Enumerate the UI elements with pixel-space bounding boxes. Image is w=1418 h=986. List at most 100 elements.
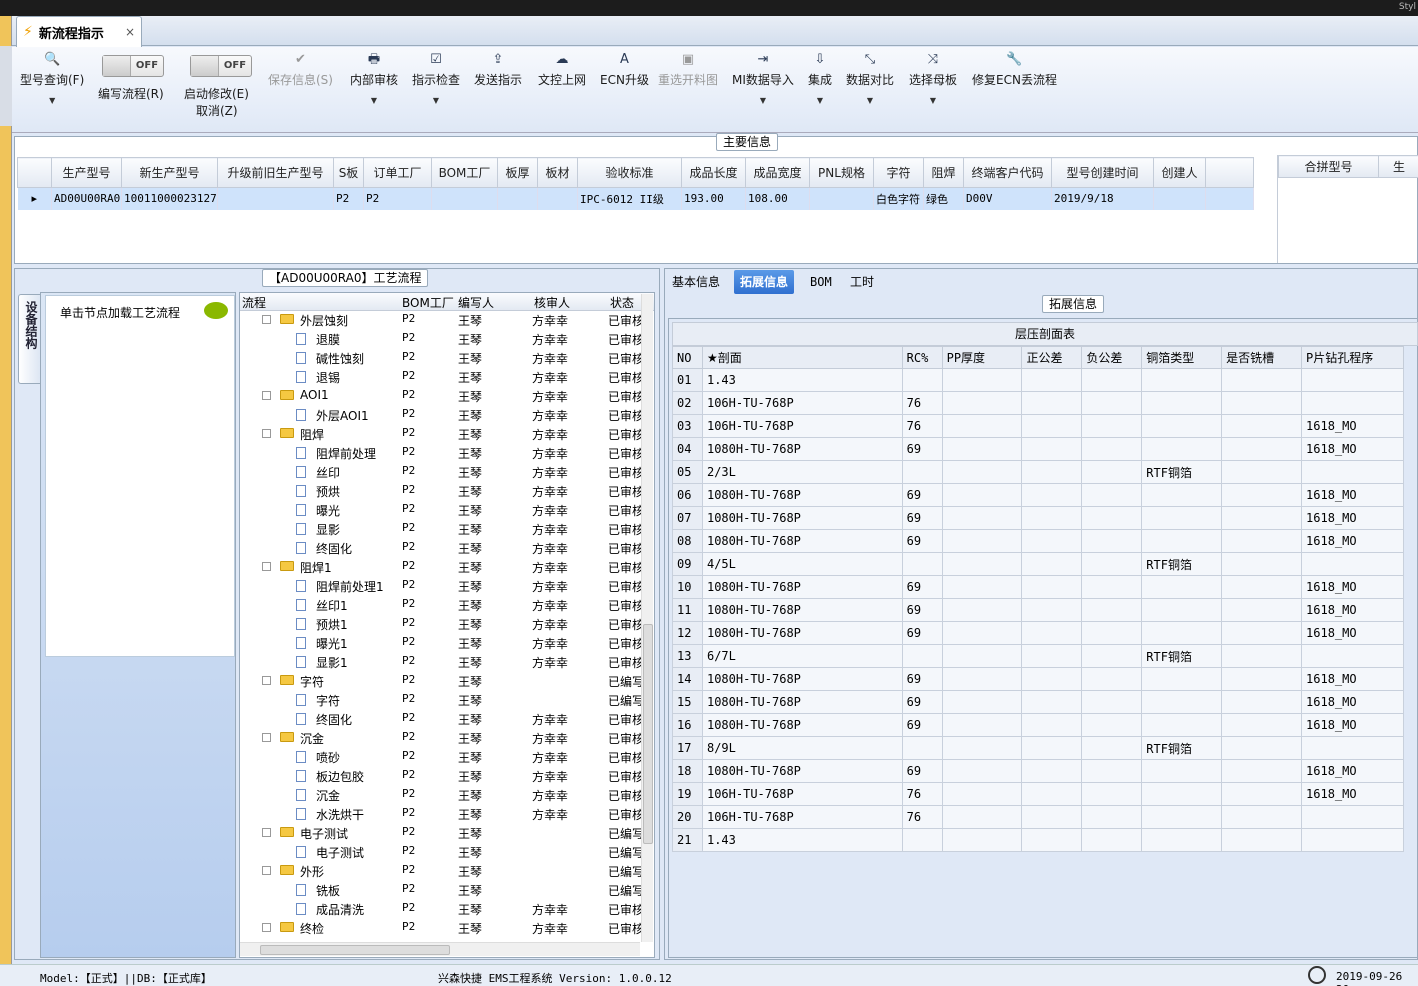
select-mother-board-button[interactable]: ⤨ 选择母板 ▼ <box>909 51 957 105</box>
lamination-col-header[interactable]: PP厚度 <box>941 346 1023 369</box>
lamination-cell[interactable]: 1618_MO <box>1301 713 1404 737</box>
lamination-cell[interactable] <box>1081 713 1143 737</box>
reselect-cut-drawing-button[interactable]: ▣ 重选开料图 <box>658 51 718 88</box>
lamination-cell[interactable]: 1080H-TU-768P <box>701 598 903 622</box>
write-process-toggle[interactable]: OFF <box>102 55 164 77</box>
lamination-cell[interactable] <box>941 368 1023 392</box>
lamination-cell[interactable] <box>1141 506 1223 530</box>
tab-new-process[interactable]: ⚡ 新流程指示 × <box>16 16 142 47</box>
lamination-cell[interactable] <box>941 759 1023 783</box>
lamination-cell[interactable]: 12 <box>672 621 703 645</box>
table-row[interactable]: 12 1080H-TU-768P 69 1618_MO <box>672 621 1404 645</box>
main-col-header[interactable]: 订单工厂 <box>363 157 432 188</box>
lamination-cell[interactable]: 1618_MO <box>1301 506 1404 530</box>
main-cell[interactable] <box>217 187 334 210</box>
lamination-cell[interactable] <box>941 460 1023 484</box>
lamination-cell[interactable] <box>1141 782 1223 806</box>
lamination-cell[interactable]: 04 <box>672 437 703 461</box>
ecn-upgrade-button[interactable]: A ECN升级 <box>600 51 649 88</box>
lamination-col-header[interactable]: NO <box>672 346 703 369</box>
main-cell[interactable]: 白色字符 <box>873 187 924 210</box>
lamination-cell[interactable]: 8/9L <box>701 736 903 760</box>
lamination-cell[interactable]: 1618_MO <box>1301 690 1404 714</box>
lamination-cell[interactable] <box>1141 621 1223 645</box>
lamination-cell[interactable] <box>1021 782 1083 806</box>
lamination-cell[interactable] <box>1081 598 1143 622</box>
lamination-cell[interactable]: 106H-TU-768P <box>701 805 903 829</box>
lamination-cell[interactable]: 69 <box>901 437 943 461</box>
main-col-header[interactable]: 创建人 <box>1153 157 1206 188</box>
tree-group-row[interactable]: 外层蚀刻 P2 王琴 方幸幸 已审核 <box>240 310 644 329</box>
lamination-cell[interactable] <box>1141 575 1223 599</box>
lamination-cell[interactable] <box>1021 713 1083 737</box>
lamination-col-header[interactable]: 铜箔类型 <box>1141 346 1223 369</box>
tree-item-row[interactable]: 显影1 P2 王琴 方幸幸 已审核 <box>240 652 644 671</box>
tree-item-row[interactable]: 喷砂 P2 王琴 方幸幸 已审核 <box>240 747 644 766</box>
lamination-cell[interactable] <box>1141 391 1223 415</box>
table-row[interactable]: 19 106H-TU-768P 76 1618_MO <box>672 782 1404 806</box>
table-row[interactable]: 09 4/5L RTF铜箔 <box>672 552 1404 576</box>
lamination-cell[interactable] <box>941 667 1023 691</box>
close-icon[interactable]: × <box>125 25 135 39</box>
main-cell[interactable]: 193.00 <box>681 187 746 210</box>
lamination-cell[interactable]: 69 <box>901 667 943 691</box>
tree-item-row[interactable]: 丝印 P2 王琴 方幸幸 已审核 <box>240 462 644 481</box>
lamination-cell[interactable] <box>941 782 1023 806</box>
tree-horizontal-scrollbar[interactable] <box>240 942 640 956</box>
lamination-cell[interactable]: 1080H-TU-768P <box>701 667 903 691</box>
table-row[interactable]: 04 1080H-TU-768P 69 1618_MO <box>672 437 1404 461</box>
tree-item-row[interactable]: 终固化 P2 王琴 方幸幸 已审核 <box>240 538 644 557</box>
lamination-cell[interactable] <box>1021 575 1083 599</box>
main-cell[interactable] <box>497 187 538 210</box>
lamination-cell[interactable] <box>941 414 1023 438</box>
lamination-cell[interactable] <box>1221 667 1303 691</box>
lamination-cell[interactable] <box>1021 483 1083 507</box>
tree-group-row[interactable]: 阻焊 P2 王琴 方幸幸 已审核 <box>240 424 644 443</box>
lamination-cell[interactable] <box>1221 506 1303 530</box>
lamination-cell[interactable]: 76 <box>901 414 943 438</box>
lamination-cell[interactable] <box>901 736 943 760</box>
lamination-cell[interactable]: 05 <box>672 460 703 484</box>
lamination-cell[interactable] <box>941 828 1023 852</box>
tree-item-row[interactable]: 显影 P2 王琴 方幸幸 已审核 <box>240 519 644 538</box>
tree-item-row[interactable]: 水洗烘干 P2 王琴 方幸幸 已审核 <box>240 804 644 823</box>
tree-item-row[interactable]: 退锡 P2 王琴 方幸幸 已审核 <box>240 367 644 386</box>
lamination-cell[interactable] <box>1081 782 1143 806</box>
lamination-cell[interactable] <box>1021 828 1083 852</box>
tree-item-row[interactable]: 预烘1 P2 王琴 方幸幸 已审核 <box>240 614 644 633</box>
table-row[interactable]: 03 106H-TU-768P 76 1618_MO <box>672 414 1404 438</box>
main-col-header[interactable]: 升级前旧生产型号 <box>217 157 334 188</box>
dropdown-arrow-icon[interactable]: ▼ <box>371 96 377 105</box>
collapse-icon[interactable] <box>262 923 271 932</box>
main-cell[interactable]: D00V <box>963 187 1052 210</box>
lamination-cell[interactable]: 1618_MO <box>1301 621 1404 645</box>
lamination-col-header[interactable]: P片钻孔程序 <box>1301 346 1404 369</box>
table-row[interactable]: 11 1080H-TU-768P 69 1618_MO <box>672 598 1404 622</box>
lamination-cell[interactable] <box>1221 368 1303 392</box>
lamination-cell[interactable]: 1618_MO <box>1301 598 1404 622</box>
dropdown-arrow-icon[interactable]: ▼ <box>49 96 55 105</box>
lamination-cell[interactable] <box>1141 690 1223 714</box>
main-col-header[interactable]: S板 <box>333 157 364 188</box>
tree-item-row[interactable]: 终固化 P2 王琴 方幸幸 已审核 <box>240 709 644 728</box>
cancel-button[interactable]: 取消(Z) <box>196 100 238 119</box>
lamination-cell[interactable] <box>941 690 1023 714</box>
main-cell[interactable] <box>1153 187 1206 210</box>
lamination-cell[interactable] <box>1301 552 1404 576</box>
collapse-icon[interactable] <box>262 562 271 571</box>
lamination-cell[interactable] <box>901 552 943 576</box>
lamination-cell[interactable]: 1080H-TU-768P <box>701 506 903 530</box>
lamination-cell[interactable] <box>941 391 1023 415</box>
lamination-col-header[interactable]: 是否铣槽 <box>1221 346 1303 369</box>
main-cell[interactable] <box>809 187 874 210</box>
table-row[interactable]: 07 1080H-TU-768P 69 1618_MO <box>672 506 1404 530</box>
main-col-header[interactable]: 型号创建时间 <box>1051 157 1154 188</box>
collapse-icon[interactable] <box>262 391 271 400</box>
start-edit-toggle[interactable]: OFF <box>190 55 252 77</box>
lamination-cell[interactable] <box>901 828 943 852</box>
table-row[interactable]: 02 106H-TU-768P 76 <box>672 391 1404 415</box>
lamination-cell[interactable] <box>1081 552 1143 576</box>
lamination-cell[interactable] <box>1221 529 1303 553</box>
lamination-cell[interactable] <box>1081 690 1143 714</box>
tree-item-row[interactable]: 曝光1 P2 王琴 方幸幸 已审核 <box>240 633 644 652</box>
